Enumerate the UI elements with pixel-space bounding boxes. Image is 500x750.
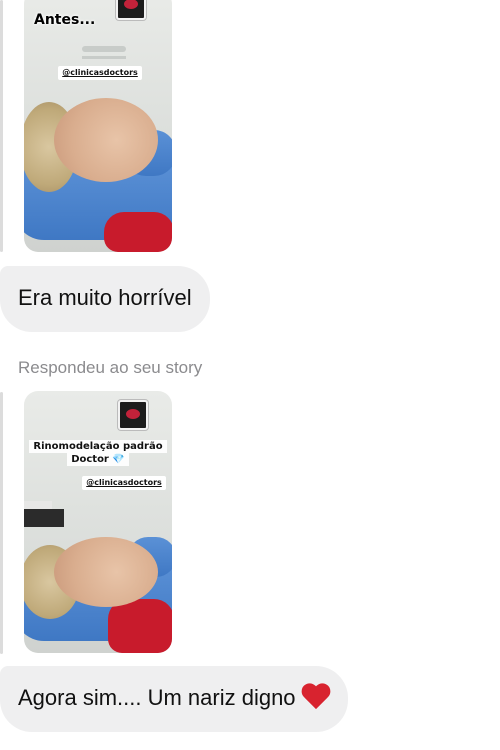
wall-detail bbox=[24, 509, 64, 527]
message-text: Agora sim.... Um nariz digno bbox=[18, 685, 296, 710]
clinic-logo-icon bbox=[116, 0, 146, 20]
story-caption-line: Rinomodelação padrão bbox=[24, 440, 172, 453]
chair-image bbox=[108, 599, 172, 653]
story-thumbnail-before[interactable]: Antes... @clinicasdoctors bbox=[24, 0, 172, 252]
face-image bbox=[54, 537, 158, 607]
chair-image bbox=[104, 212, 172, 252]
story-caption-line: Doctor 💎 bbox=[24, 453, 172, 466]
wall-detail bbox=[82, 56, 126, 59]
wall-detail bbox=[82, 46, 126, 52]
reply-indicator-bar bbox=[0, 392, 3, 654]
reply-indicator-bar bbox=[0, 0, 3, 252]
story-thumbnail-after[interactable]: Rinomodelação padrão Doctor 💎 @clinicasd… bbox=[24, 391, 172, 653]
story-handle: @clinicasdoctors bbox=[58, 66, 142, 80]
face-image bbox=[54, 98, 158, 182]
story-handle: @clinicasdoctors bbox=[82, 476, 166, 490]
message-bubble[interactable]: Era muito horrível bbox=[0, 266, 210, 332]
clinic-logo-icon bbox=[118, 400, 148, 430]
story-caption: Antes... bbox=[34, 12, 96, 28]
story-reply-label: Respondeu ao seu story bbox=[18, 358, 203, 377]
heart-icon bbox=[302, 684, 330, 710]
message-bubble[interactable]: Agora sim.... Um nariz digno bbox=[0, 666, 348, 732]
